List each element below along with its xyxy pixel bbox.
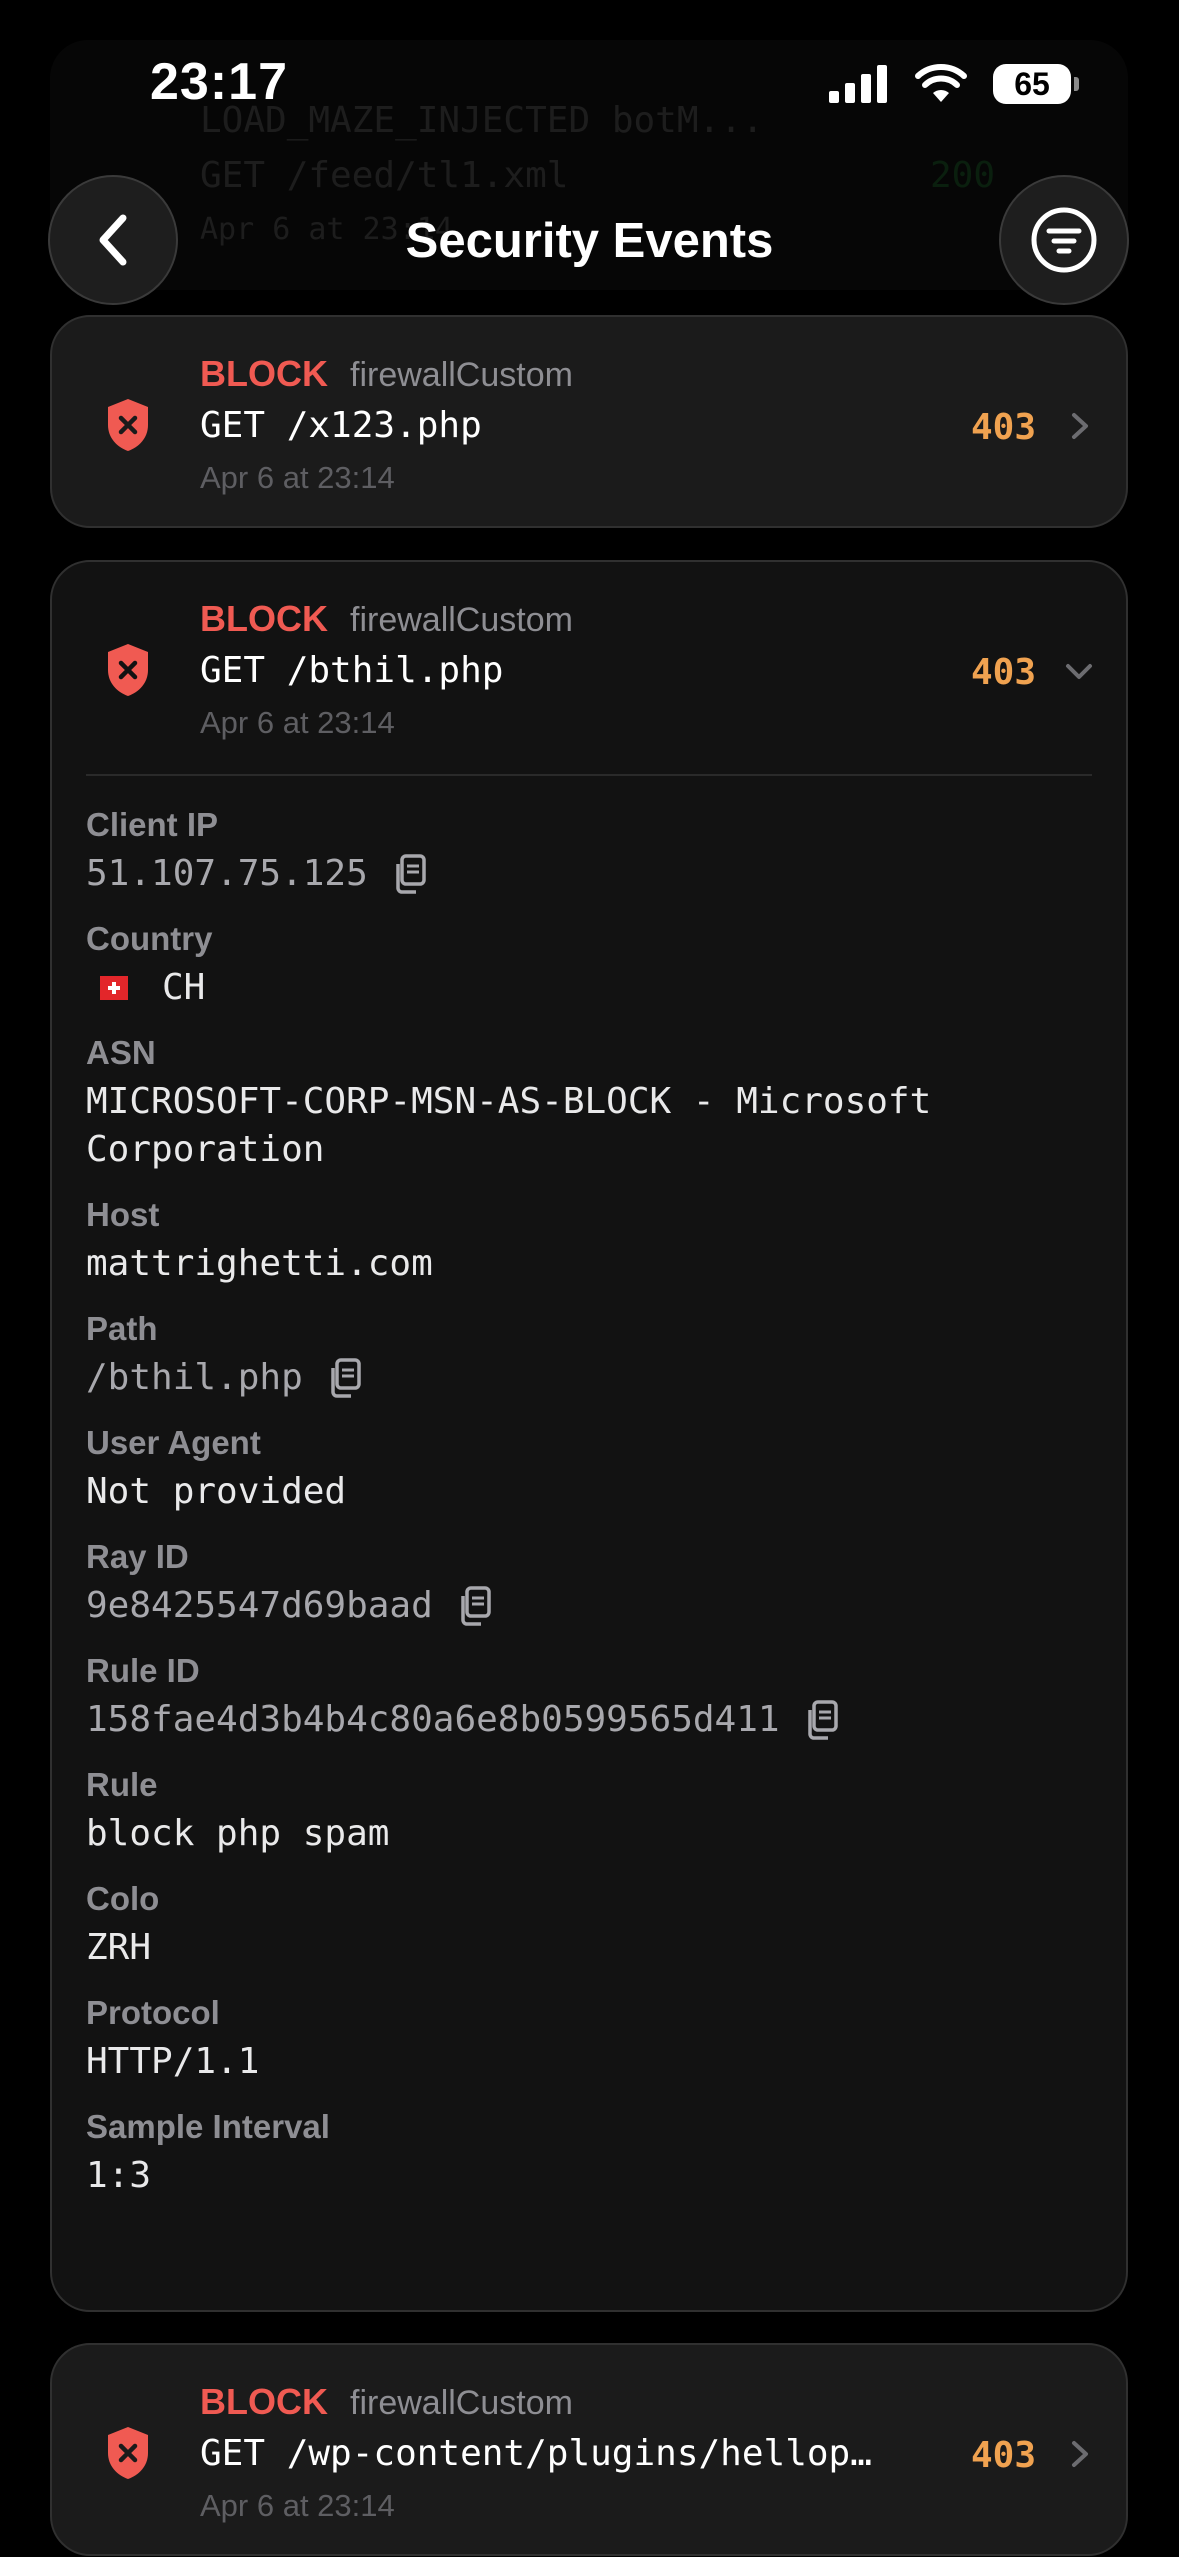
- field-path: Path /bthil.php: [86, 1310, 1092, 1402]
- chevron-right-icon: [1072, 2441, 1088, 2467]
- event-source: firewallCustom: [350, 2384, 573, 2422]
- battery-level: 65: [1014, 65, 1050, 102]
- country-value: CH: [162, 967, 206, 1008]
- field-host: Host mattrighetti.com: [86, 1196, 1092, 1288]
- asn-value: MICROSOFT-CORP-MSN-AS-BLOCK - Microsoft …: [86, 1081, 932, 1170]
- field-rule: Rule block php spam: [86, 1766, 1092, 1858]
- field-label: Path: [86, 1310, 158, 1347]
- shield-x-icon: [108, 399, 148, 451]
- event-status: 403: [970, 2435, 1036, 2476]
- event-source: firewallCustom: [350, 356, 573, 394]
- rule-value: block php spam: [86, 1813, 390, 1854]
- shield-x-icon: [108, 644, 148, 696]
- nav-header: Security Events: [0, 175, 1179, 315]
- event-card[interactable]: BLOCK firewallCustom GET /x123.php Apr 6…: [50, 315, 1128, 528]
- event-request: GET /wp-content/plugins/hellop…: [200, 2433, 872, 2474]
- shield-x-icon: [108, 2427, 148, 2479]
- event-request: GET /x123.php: [200, 405, 482, 446]
- chevron-down-icon: [1066, 664, 1092, 679]
- field-label: ASN: [86, 1034, 156, 1071]
- field-label: Rule: [86, 1766, 158, 1803]
- status-bar: 23:17 65: [0, 0, 1179, 170]
- event-card[interactable]: BLOCK firewallCustom GET /wp-content/plu…: [50, 2343, 1128, 2556]
- field-label: User Agent: [86, 1424, 261, 1461]
- protocol-value: HTTP/1.1: [86, 2041, 260, 2082]
- event-time: Apr 6 at 23:14: [200, 460, 395, 495]
- field-label: Sample Interval: [86, 2108, 330, 2145]
- event-status: 403: [970, 652, 1036, 693]
- event-request: GET /bthil.php: [200, 650, 504, 691]
- field-label: Ray ID: [86, 1538, 189, 1575]
- field-label: Colo: [86, 1880, 160, 1917]
- rule-id-value: 158fae4d3b4b4c80a6e8b0599565d411: [86, 1699, 780, 1740]
- event-details: Client IP 51.107.75.125 Country CH ASN M…: [52, 776, 1126, 2200]
- copy-icon[interactable]: [390, 852, 430, 896]
- event-status: 403: [970, 407, 1036, 448]
- ray-id-value: 9e8425547d69baad: [86, 1585, 433, 1626]
- event-action: BLOCK: [200, 2381, 328, 2422]
- event-time: Apr 6 at 23:14: [200, 2488, 395, 2523]
- field-rule-id: Rule ID 158fae4d3b4b4c80a6e8b0599565d411: [86, 1652, 1092, 1744]
- field-label: Rule ID: [86, 1652, 200, 1689]
- field-label: Protocol: [86, 1994, 220, 2031]
- event-summary-row[interactable]: BLOCK firewallCustom GET /bthil.php Apr …: [52, 562, 1126, 774]
- event-source: firewallCustom: [350, 601, 573, 639]
- field-country: Country CH: [86, 920, 1092, 1012]
- copy-icon[interactable]: [802, 1698, 842, 1742]
- swiss-flag-icon: [100, 976, 128, 1000]
- field-user-agent: User Agent Not provided: [86, 1424, 1092, 1516]
- field-sample-interval: Sample Interval 1:3: [86, 2108, 1092, 2200]
- field-colo: Colo ZRH: [86, 1880, 1092, 1972]
- path-value: /bthil.php: [86, 1357, 303, 1398]
- event-time: Apr 6 at 23:14: [200, 705, 395, 740]
- chevron-right-icon: [1072, 413, 1088, 439]
- event-card-expanded[interactable]: BLOCK firewallCustom GET /bthil.php Apr …: [50, 560, 1128, 2312]
- colo-value: ZRH: [86, 1927, 152, 1968]
- field-ray-id: Ray ID 9e8425547d69baad: [86, 1538, 1092, 1630]
- event-action: BLOCK: [200, 598, 328, 639]
- signal-icon: [829, 65, 887, 103]
- user-agent-value: Not provided: [86, 1471, 347, 1512]
- field-label: Country: [86, 920, 213, 957]
- field-client-ip: Client IP 51.107.75.125: [86, 806, 1092, 898]
- host-value: mattrighetti.com: [86, 1243, 433, 1284]
- copy-icon[interactable]: [455, 1584, 495, 1628]
- status-time: 23:17: [150, 53, 288, 111]
- sample-interval-value: 1:3: [86, 2155, 152, 2196]
- wifi-icon: [915, 64, 967, 102]
- field-protocol: Protocol HTTP/1.1: [86, 1994, 1092, 2086]
- field-label: Client IP: [86, 806, 219, 843]
- battery-icon: 65: [993, 64, 1079, 104]
- event-action: BLOCK: [200, 353, 328, 394]
- field-asn: ASN MICROSOFT-CORP-MSN-AS-BLOCK - Micros…: [86, 1034, 1092, 1174]
- field-label: Host: [86, 1196, 160, 1233]
- copy-icon[interactable]: [325, 1356, 365, 1400]
- filter-icon: [1031, 207, 1097, 273]
- filter-button[interactable]: [999, 175, 1129, 305]
- client-ip-value: 51.107.75.125: [86, 853, 368, 894]
